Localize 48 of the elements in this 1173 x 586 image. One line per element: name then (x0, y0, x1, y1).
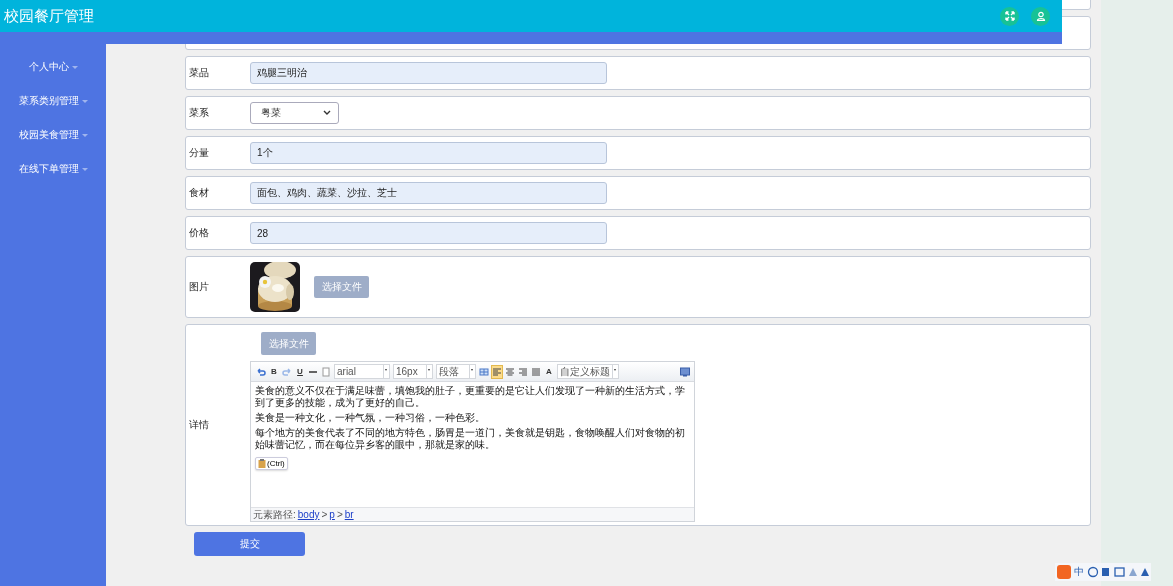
field-label: 价格 (189, 226, 210, 240)
sidebar-item[interactable]: 个人中心 (28, 60, 78, 74)
toolbar-dropdown[interactable]: 自定义标题 (557, 364, 619, 379)
fullscreen-icon[interactable] (680, 366, 690, 377)
sidebar-item[interactable]: 菜系类别管理 (18, 94, 88, 108)
editor-paragraph: 美食是一种文化，一种气氛，一种习俗，一种色彩。 (255, 412, 486, 424)
sidebar-item[interactable]: 在线下单管理 (18, 162, 88, 176)
caret-icon (81, 167, 88, 171)
toolbar-dropdown[interactable]: 段落 (436, 364, 476, 379)
element-path-label: 元素路径: (253, 507, 296, 522)
path-separator: > (336, 509, 343, 520)
field-label: 详情 (189, 418, 210, 432)
align-left-icon[interactable] (491, 364, 503, 379)
submit-button[interactable]: 提交 (194, 532, 305, 556)
toolbar-dropdown[interactable]: 16px (393, 364, 433, 379)
toolbar-button[interactable]: U (294, 364, 306, 379)
toolbar-dropdown[interactable]: arial (334, 364, 390, 379)
editor-paragraph: 美食的意义不仅在于满足味蕾，填饱我的肚子，更重要的是它让人们发现了一种新的生活方式，学到了更多的技能，成为了更好的自己。 (255, 385, 686, 409)
toolbar-button[interactable]: B (268, 364, 280, 379)
path-link[interactable]: br (344, 509, 354, 520)
ime-logo-icon (1057, 565, 1071, 579)
input-field[interactable]: 1个 (250, 142, 607, 164)
toolbar-button[interactable]: A (543, 364, 555, 379)
input-field[interactable]: 28 (250, 222, 607, 244)
field-label: 食材 (189, 186, 210, 200)
select-field[interactable]: 粤菜 (250, 102, 339, 124)
user-icon[interactable] (1031, 6, 1050, 26)
path-link[interactable]: body (297, 509, 320, 520)
caret-icon (81, 133, 88, 137)
path-link[interactable]: p (329, 509, 335, 520)
caret-icon (81, 99, 88, 103)
field-label: 菜品 (189, 66, 210, 80)
field-label: 图片 (189, 280, 210, 294)
ime-mode[interactable]: 中 (1074, 565, 1084, 579)
path-separator: > (321, 509, 328, 520)
rich-text-editor[interactable] (250, 361, 695, 522)
editor-paragraph: 每个地方的美食代表了不同的地方特色，肠胃是一道门，美食就是钥匙，食物唤醒人们对食物的初始味蕾记忆，而在每位异乡客的眼中，那就是家的味。 (255, 427, 686, 451)
input-field[interactable]: 鸡腿三明治 (250, 62, 607, 84)
field-label: 分量 (189, 146, 210, 160)
app-title: 校园餐厅管理 (4, 6, 94, 26)
clipboard-icon (258, 459, 266, 468)
paste-options-button[interactable]: (Ctrl) (255, 457, 288, 470)
chevron-down-icon (323, 110, 331, 116)
field-label: 菜系 (189, 106, 210, 120)
sidebar-item[interactable]: 校园美食管理 (18, 128, 88, 142)
caret-icon (71, 65, 78, 69)
input-field[interactable]: 面包、鸡肉、蔬菜、沙拉、芝士 (250, 182, 607, 204)
ime-tools-icon[interactable] (1087, 566, 1149, 578)
